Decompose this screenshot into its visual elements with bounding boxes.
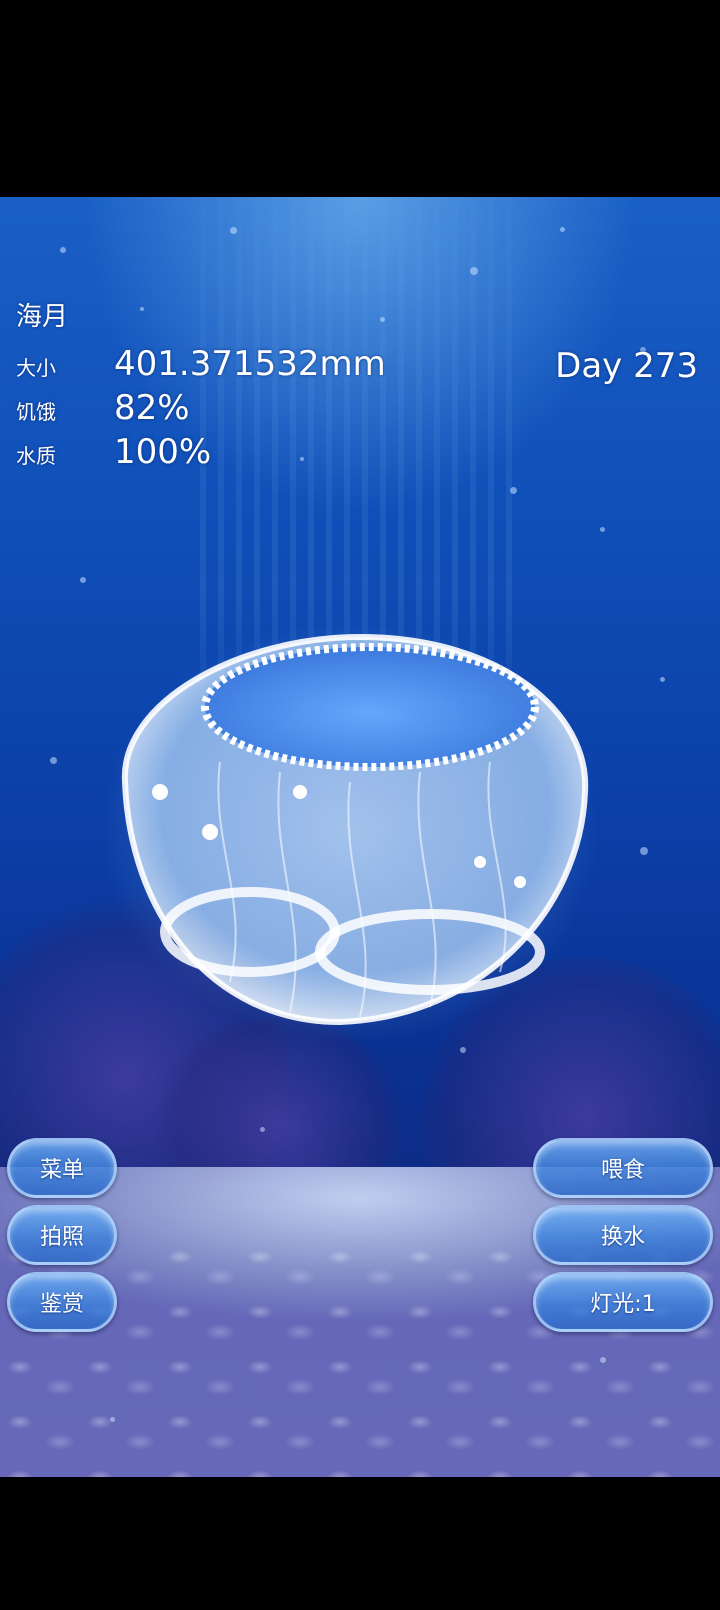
bubble <box>140 307 144 311</box>
water-quality-label: 水质 <box>16 444 56 468</box>
change-water-button[interactable]: 换水 <box>533 1205 713 1265</box>
size-value: 401.371532mm <box>114 344 386 384</box>
bubble <box>110 1417 115 1422</box>
jellyfish[interactable] <box>100 622 600 1042</box>
feed-button[interactable]: 喂食 <box>533 1138 713 1198</box>
bubble <box>470 267 478 275</box>
game-screen: 海月 大小 401.371532mm 饥饿 82% 水质 100% Day 27… <box>0 0 720 1610</box>
jellyfish-name: 海月 <box>16 302 69 332</box>
water-quality-value: 100% <box>114 432 212 472</box>
hunger-label: 饥饿 <box>16 400 56 424</box>
light-button[interactable]: 灯光:1 <box>533 1272 713 1332</box>
photo-button[interactable]: 拍照 <box>7 1205 117 1265</box>
bubble <box>660 677 665 682</box>
bubble <box>260 1127 265 1132</box>
bubble <box>510 487 517 494</box>
bubble <box>640 847 648 855</box>
bubble <box>560 227 565 232</box>
bubble <box>60 247 66 253</box>
bubble <box>230 227 237 234</box>
hunger-value: 82% <box>114 388 190 428</box>
day-counter: Day 273 <box>555 346 698 386</box>
bubble <box>600 527 605 532</box>
bubble <box>50 757 57 764</box>
bubble <box>600 1357 606 1363</box>
gallery-button[interactable]: 鉴赏 <box>7 1272 117 1332</box>
menu-button[interactable]: 菜单 <box>7 1138 117 1198</box>
bubble <box>300 457 304 461</box>
bubble <box>80 577 86 583</box>
bubble <box>460 1047 466 1053</box>
size-label: 大小 <box>16 356 56 380</box>
bubble <box>380 317 385 322</box>
